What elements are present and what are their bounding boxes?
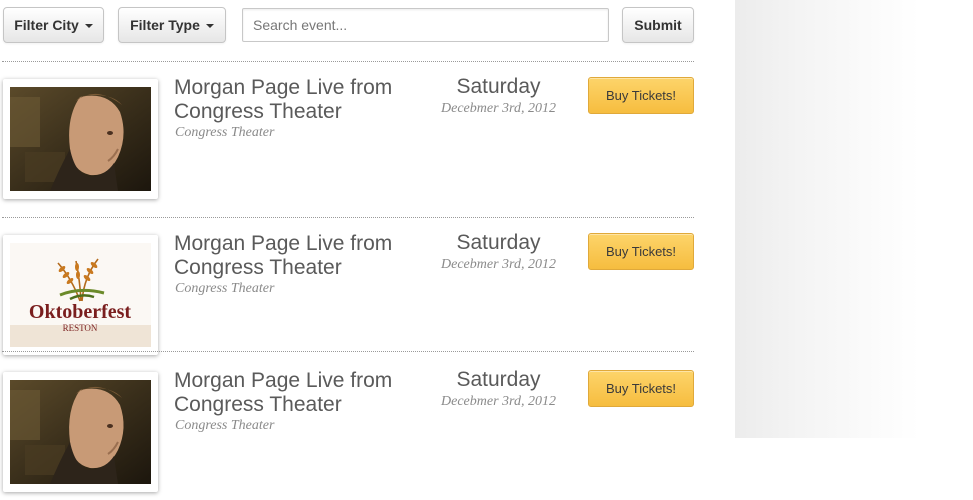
event-title-line1: Morgan Page Live from: [174, 369, 393, 392]
oktoberfest-logo-image: Oktoberfest RESTON: [10, 243, 151, 347]
event-venue: Congress Theater: [175, 281, 275, 296]
event-title-line2: Congress Theater: [174, 393, 342, 416]
buy-tickets-button[interactable]: Buy Tickets!: [588, 77, 694, 114]
event-date: Decebmer 3rd, 2012: [441, 257, 556, 272]
row-divider: [2, 351, 694, 352]
caret-down-icon: [205, 23, 214, 28]
event-day: Saturday: [456, 231, 541, 254]
event-title[interactable]: Morgan Page Live from Congress Theater: [174, 369, 424, 417]
filter-city-label: Filter City: [14, 17, 79, 33]
buy-tickets-label: Buy Tickets!: [605, 244, 677, 259]
event-date: Decebmer 3rd, 2012: [441, 101, 556, 116]
event-row: Oktoberfest RESTON Morgan Page Live from…: [0, 218, 700, 355]
event-date: Decebmer 3rd, 2012: [441, 394, 556, 409]
buy-tickets-label: Buy Tickets!: [605, 381, 677, 396]
submit-button[interactable]: Submit: [622, 7, 694, 43]
filter-toolbar: Filter City Filter Type Submit: [0, 0, 700, 50]
event-title-line1: Morgan Page Live from: [174, 76, 393, 99]
search-input[interactable]: [242, 8, 609, 42]
event-row: Morgan Page Live from Congress Theater C…: [0, 62, 700, 199]
event-day: Saturday: [456, 75, 541, 98]
event-title-line2: Congress Theater: [174, 256, 342, 279]
filter-city-dropdown[interactable]: Filter City: [3, 7, 104, 43]
oktoberfest-logo-subtext: RESTON: [63, 323, 98, 333]
event-thumbnail[interactable]: Oktoberfest RESTON: [3, 235, 158, 355]
buy-tickets-button[interactable]: Buy Tickets!: [588, 233, 694, 270]
oktoberfest-logo-text: Oktoberfest: [29, 301, 132, 323]
event-day: Saturday: [456, 368, 541, 391]
event-title-line1: Morgan Page Live from: [174, 232, 393, 255]
side-panel-fade: [735, 0, 920, 438]
filter-type-label: Filter Type: [130, 17, 200, 33]
buy-tickets-label: Buy Tickets!: [605, 88, 677, 103]
buy-tickets-button[interactable]: Buy Tickets!: [588, 370, 694, 407]
event-title-line2: Congress Theater: [174, 100, 342, 123]
caret-down-icon: [84, 23, 93, 28]
artist-photo-image: [10, 87, 151, 191]
event-title[interactable]: Morgan Page Live from Congress Theater: [174, 232, 424, 280]
event-venue: Congress Theater: [175, 125, 275, 140]
artist-photo-image: [10, 380, 151, 484]
event-thumbnail[interactable]: [3, 372, 158, 492]
event-venue: Congress Theater: [175, 418, 275, 433]
filter-type-dropdown[interactable]: Filter Type: [118, 7, 226, 43]
event-row: Morgan Page Live from Congress Theater C…: [0, 355, 700, 492]
submit-label: Submit: [634, 17, 682, 33]
event-thumbnail[interactable]: [3, 79, 158, 199]
event-title[interactable]: Morgan Page Live from Congress Theater: [174, 76, 424, 124]
